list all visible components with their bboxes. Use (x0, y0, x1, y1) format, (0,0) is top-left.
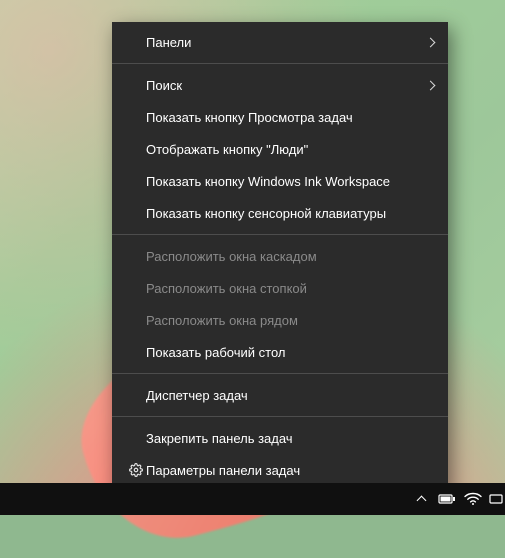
battery-icon[interactable] (437, 489, 457, 509)
menu-item-stack-windows: Расположить окна стопкой (112, 272, 448, 304)
menu-item-toolbars[interactable]: Панели (112, 26, 448, 58)
menu-label: Расположить окна каскадом (146, 249, 418, 264)
menu-label: Отображать кнопку "Люди" (146, 142, 418, 157)
menu-item-search[interactable]: Поиск (112, 69, 448, 101)
menu-item-show-ink-workspace[interactable]: Показать кнопку Windows Ink Workspace (112, 165, 448, 197)
tray-overflow-icon[interactable] (411, 489, 431, 509)
menu-label: Расположить окна стопкой (146, 281, 418, 296)
menu-item-show-task-view[interactable]: Показать кнопку Просмотра задач (112, 101, 448, 133)
menu-label: Параметры панели задач (146, 463, 418, 478)
menu-label: Показать рабочий стол (146, 345, 418, 360)
wifi-icon[interactable] (463, 489, 483, 509)
taskbar (0, 483, 505, 515)
menu-item-task-manager[interactable]: Диспетчер задач (112, 379, 448, 411)
input-indicator-icon[interactable] (489, 489, 503, 509)
gear-icon (126, 463, 146, 477)
menu-item-lock-taskbar[interactable]: Закрепить панель задач (112, 422, 448, 454)
menu-item-taskbar-settings[interactable]: Параметры панели задач (112, 454, 448, 486)
menu-item-show-touch-keyboard[interactable]: Показать кнопку сенсорной клавиатуры (112, 197, 448, 229)
menu-item-show-desktop[interactable]: Показать рабочий стол (112, 336, 448, 368)
menu-label: Поиск (146, 78, 418, 93)
menu-separator (112, 373, 448, 374)
menu-label: Показать кнопку Просмотра задач (146, 110, 418, 125)
menu-item-cascade-windows: Расположить окна каскадом (112, 240, 448, 272)
menu-item-side-by-side: Расположить окна рядом (112, 304, 448, 336)
menu-label: Панели (146, 35, 418, 50)
menu-label: Закрепить панель задач (146, 431, 418, 446)
menu-separator (112, 234, 448, 235)
menu-label: Показать кнопку Windows Ink Workspace (146, 174, 418, 189)
menu-label: Показать кнопку сенсорной клавиатуры (146, 206, 418, 221)
menu-separator (112, 63, 448, 64)
menu-label: Диспетчер задач (146, 388, 418, 403)
taskbar-context-menu: Панели Поиск Показать кнопку Просмотра з… (112, 22, 448, 492)
menu-item-show-people[interactable]: Отображать кнопку "Люди" (112, 133, 448, 165)
menu-separator (112, 416, 448, 417)
menu-label: Расположить окна рядом (146, 313, 418, 328)
chevron-right-icon (418, 82, 434, 89)
chevron-right-icon (418, 39, 434, 46)
